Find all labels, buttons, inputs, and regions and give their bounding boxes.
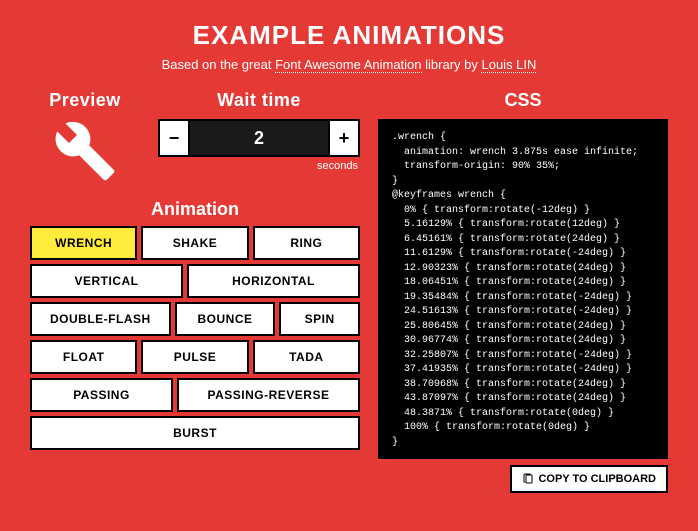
anim-btn-passing-reverse[interactable]: PASSING-REVERSE (177, 378, 360, 412)
subtitle-mid: library by (422, 57, 482, 72)
css-heading: CSS (378, 90, 668, 111)
anim-btn-passing[interactable]: PASSING (30, 378, 173, 412)
animation-grid: WRENCHSHAKERING VERTICALHORIZONTAL DOUBLE-… (30, 226, 360, 450)
page-subtitle: Based on the great Font Awesome Animatio… (30, 57, 668, 72)
wait-heading: Wait time (158, 90, 360, 111)
anim-btn-horizontal[interactable]: HORIZONTAL (187, 264, 360, 298)
author-link[interactable]: Louis LIN (481, 57, 536, 73)
anim-btn-burst[interactable]: BURST (30, 416, 360, 450)
anim-btn-wrench[interactable]: WRENCH (30, 226, 137, 260)
wait-value[interactable]: 2 (188, 121, 330, 155)
wait-decrement[interactable]: − (160, 121, 188, 155)
anim-btn-shake[interactable]: SHAKE (141, 226, 248, 260)
clipboard-icon (522, 473, 534, 485)
copy-button[interactable]: COPY TO CLIPBOARD (510, 465, 668, 493)
anim-btn-float[interactable]: FLOAT (30, 340, 137, 374)
copy-label: COPY TO CLIPBOARD (538, 473, 656, 485)
page-title: Example animations (30, 20, 668, 51)
lib-link[interactable]: Font Awesome Animation (275, 57, 421, 73)
wait-stepper: − 2 + (158, 119, 360, 157)
css-code[interactable]: .wrench { animation: wrench 3.875s ease … (378, 119, 668, 459)
anim-btn-ring[interactable]: RING (253, 226, 360, 260)
subtitle-prefix: Based on the great (162, 57, 275, 72)
anim-btn-double-flash[interactable]: DOUBLE-FLASH (30, 302, 171, 336)
anim-btn-vertical[interactable]: VERTICAL (30, 264, 183, 298)
wrench-icon (53, 119, 117, 183)
anim-btn-pulse[interactable]: PULSE (141, 340, 248, 374)
anim-btn-spin[interactable]: SPIN (279, 302, 360, 336)
wait-unit: seconds (158, 160, 360, 172)
animation-heading: Animation (30, 199, 360, 220)
anim-btn-bounce[interactable]: BOUNCE (175, 302, 276, 336)
anim-btn-tada[interactable]: TADA (253, 340, 360, 374)
preview-heading: Preview (30, 90, 140, 111)
wait-increment[interactable]: + (330, 121, 358, 155)
